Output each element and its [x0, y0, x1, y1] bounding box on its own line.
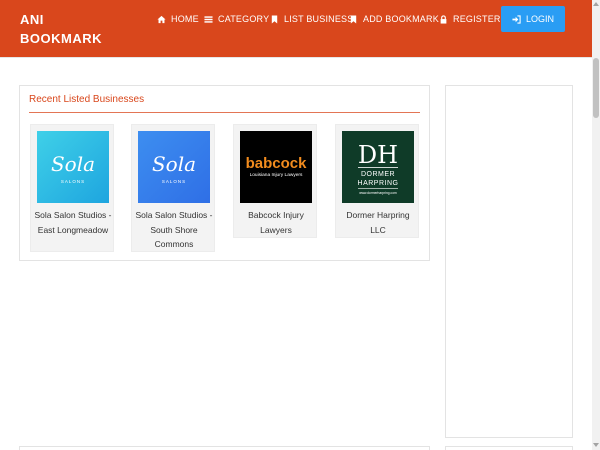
logo-sub: Louisiana Injury Lawyers — [250, 172, 303, 178]
business-name[interactable]: Dormer Harpring LLC — [336, 208, 420, 237]
header-divider — [0, 57, 592, 58]
nav-add-bookmark-label[interactable]: ADD BOOKMARK — [363, 14, 439, 24]
brand-line-1[interactable]: ANI — [20, 10, 120, 29]
nav-list-business-label[interactable]: LIST BUSINESS — [284, 14, 353, 24]
nav-add-bookmark[interactable]: ADD BOOKMARK — [349, 13, 439, 25]
home-icon — [157, 15, 166, 24]
business-logo[interactable]: DH DORMER HARPRING www.dormerharpring.co… — [342, 131, 414, 203]
business-card[interactable]: babcock Louisiana Injury Lawyers Babcock… — [233, 124, 317, 238]
sidebar-widget — [445, 85, 573, 438]
business-name[interactable]: Babcock Injury Lawyers — [234, 208, 318, 237]
bookmark-icon — [270, 14, 279, 24]
login-label[interactable]: LOGIN — [526, 14, 554, 24]
scroll-up-arrow-icon[interactable] — [593, 2, 599, 6]
panel-title-underline — [29, 112, 420, 113]
sidebar-widget-2 — [445, 446, 573, 450]
logo-sub: SALONS — [162, 179, 186, 184]
top-navbar: ANI BOOKMARK HOME CATEGORY LIST BUSINESS… — [0, 0, 592, 57]
nav-register[interactable]: REGISTER — [439, 13, 501, 25]
nav-category[interactable]: CATEGORY — [204, 13, 269, 25]
scrollbar-thumb[interactable] — [593, 58, 599, 118]
nav-home[interactable]: HOME — [157, 13, 199, 25]
business-logo[interactable]: babcock Louisiana Injury Lawyers — [240, 131, 312, 203]
panel-title: Recent Listed Businesses — [29, 94, 145, 105]
bookmark-icon — [349, 14, 358, 24]
business-logo[interactable]: Sola SALONS — [37, 131, 109, 203]
logo-word: Sola — [51, 152, 95, 176]
nav-home-label[interactable]: HOME — [171, 14, 199, 24]
business-logo[interactable]: Sola SALONS — [138, 131, 210, 203]
business-card[interactable]: Sola SALONS Sola Salon Studios - South S… — [131, 124, 215, 252]
lock-icon — [439, 14, 448, 24]
nav-category-label[interactable]: CATEGORY — [218, 14, 269, 24]
logo-line-2: HARPRING — [358, 180, 399, 187]
brand-line-2[interactable]: BOOKMARK — [20, 29, 120, 48]
content-panel-2 — [19, 446, 430, 450]
logo-mark: DH — [358, 141, 398, 169]
logo-url: www.dormerharpring.com — [359, 191, 397, 195]
site-logo[interactable]: ANI BOOKMARK — [20, 10, 120, 48]
scroll-down-arrow-icon[interactable] — [593, 443, 599, 447]
sign-in-icon — [512, 14, 521, 24]
list-icon — [204, 15, 213, 24]
business-card[interactable]: DH DORMER HARPRING www.dormerharpring.co… — [335, 124, 419, 238]
logo-line-1: DORMER — [361, 171, 395, 178]
recent-businesses-panel: Recent Listed Businesses Sola SALONS Sol… — [19, 85, 430, 261]
logo-word: Sola — [152, 152, 196, 176]
nav-list-business[interactable]: LIST BUSINESS — [270, 13, 353, 25]
logo-sub: SALONS — [61, 179, 85, 184]
business-name[interactable]: Sola Salon Studios - East Longmeadow — [31, 208, 115, 237]
logo-word: babcock — [246, 155, 308, 172]
login-button[interactable]: LOGIN — [501, 6, 565, 32]
business-card[interactable]: Sola SALONS Sola Salon Studios - East Lo… — [30, 124, 114, 252]
nav-register-label[interactable]: REGISTER — [453, 14, 501, 24]
business-name[interactable]: Sola Salon Studios - South Shore Commons — [132, 208, 216, 252]
